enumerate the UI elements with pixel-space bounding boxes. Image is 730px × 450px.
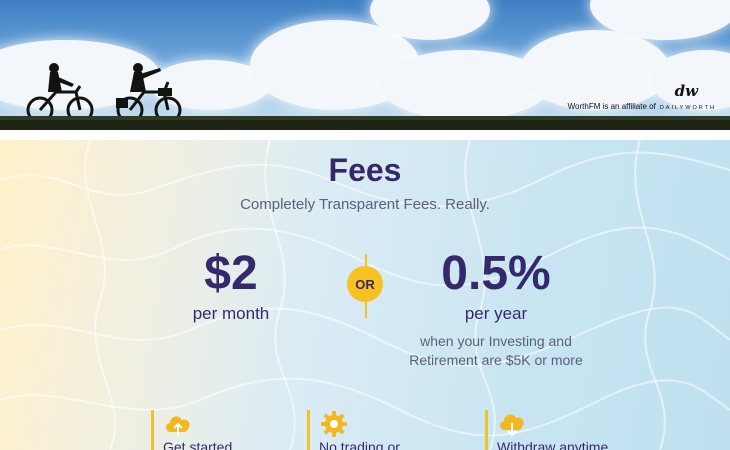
yearly-period: per year [464,304,528,323]
cloud [520,30,670,110]
cloud-download-icon [499,414,524,437]
yearly-condition-line1: when your Investing and [420,333,572,349]
hero-banner: dw WorthFM is an affiliate of DAILYWORTH [0,0,730,130]
affiliate-brand: DAILYWORTH [659,105,716,111]
gear-icon [321,411,347,437]
feature-withdraw: Withdraw anytime [485,410,608,450]
feature-label: Withdraw anytime [497,439,609,450]
or-badge: OR [347,266,383,302]
fees-title: Fees [328,152,402,188]
yearly-condition-line2: Retirement are $5K or more [409,352,583,368]
yearly-condition: when your Investing and Retirement are $… [376,332,616,370]
monthly-price: $2 [204,247,258,300]
feature-label: Get started [163,439,233,450]
ground-strip [0,120,730,130]
cyclists-illustration [26,63,182,124]
fees-subtitle: Completely Transparent Fees. Really. [240,196,490,213]
section-divider [0,130,730,140]
fees-section: Fees Completely Transparent Fees. Really… [0,140,730,450]
monthly-period: per month [192,304,270,323]
yearly-price: 0.5% [441,247,551,300]
or-divider-line-bottom [365,300,367,318]
dailyworth-logo: dw [674,82,698,100]
affiliate-line: WorthFM is an affiliate of DAILYWORTH [568,102,716,111]
feature-label: No trading or [319,439,400,450]
feature-no-trading: No trading or [307,410,400,450]
feature-get-started: Get started [151,410,232,450]
affiliate-text: WorthFM is an affiliate of [567,102,656,111]
cloud-upload-icon [165,416,190,435]
